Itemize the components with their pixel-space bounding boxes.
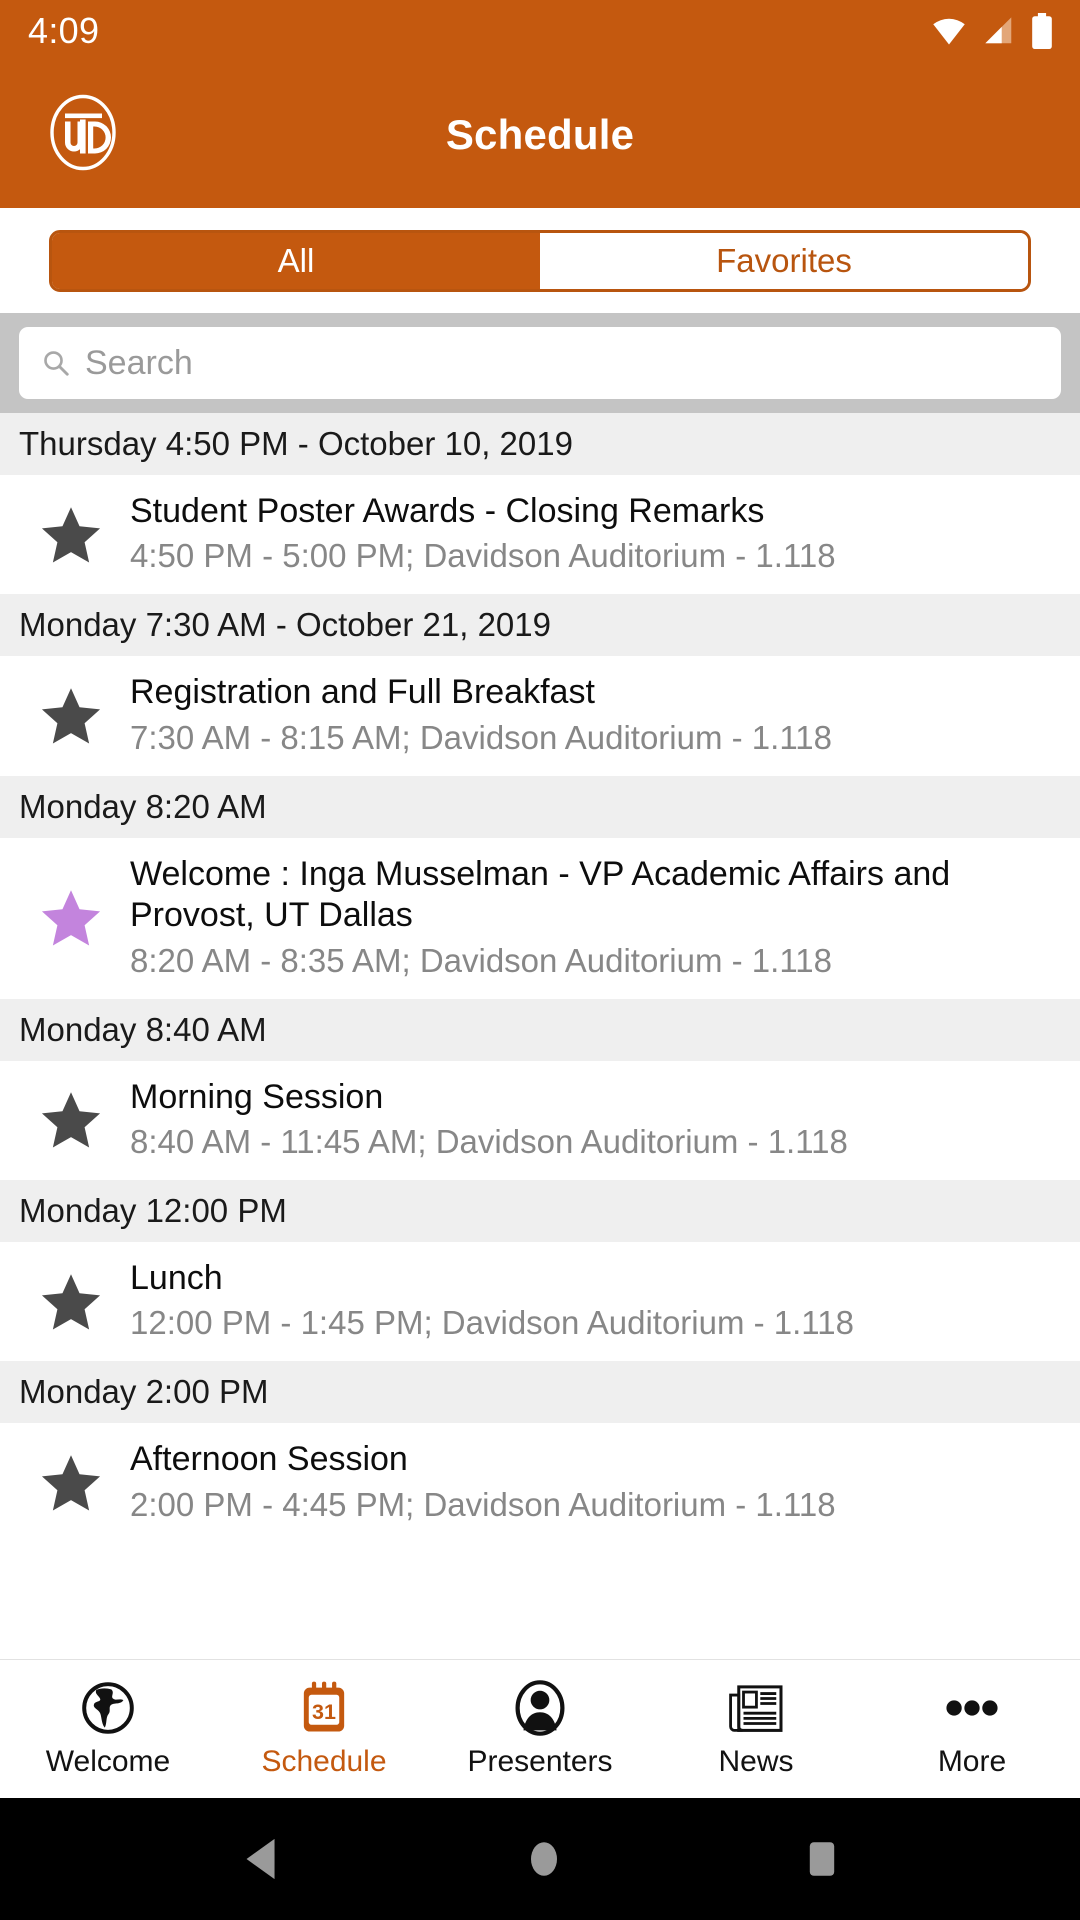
utd-logo xyxy=(49,94,117,177)
event-text: Afternoon Session 2:00 PM - 4:45 PM; Davi… xyxy=(130,1439,1060,1526)
event-title: Morning Session xyxy=(130,1077,384,1116)
page-title: Schedule xyxy=(445,111,635,158)
nav-label-news: News xyxy=(718,1744,794,1778)
search-icon xyxy=(44,351,69,376)
nav-label-schedule: Schedule xyxy=(261,1744,387,1778)
android-system-nav xyxy=(0,1798,1080,1920)
event-details: 12:00 PM - 1:45 PM; Davidson Auditorium … xyxy=(130,1304,854,1342)
filter-tabs-container: All Favorites xyxy=(0,208,1080,313)
star-icon[interactable] xyxy=(19,685,122,747)
event-details: 4:50 PM - 5:00 PM; Davidson Auditorium -… xyxy=(130,537,836,575)
globe-icon xyxy=(80,1680,136,1736)
event-title: Registration and Full Breakfast xyxy=(130,673,595,712)
tab-all[interactable]: All xyxy=(52,232,540,289)
section-header: Monday 12:00 PM xyxy=(0,1179,1080,1242)
event-row[interactable]: Welcome : Inga Musselman - VP Academic A… xyxy=(0,837,1080,999)
nav-label-more: More xyxy=(937,1744,1007,1778)
nav-item-welcome[interactable]: Welcome xyxy=(0,1680,216,1779)
section-header: Monday 8:20 AM xyxy=(0,775,1080,838)
nav-item-presenters[interactable]: Presenters xyxy=(432,1679,648,1779)
event-row[interactable]: Afternoon Session 2:00 PM - 4:45 PM; Davi… xyxy=(0,1423,1080,1543)
section-header: Thursday 4:50 PM - October 10, 2019 xyxy=(0,413,1080,475)
recents-icon[interactable] xyxy=(805,1836,839,1882)
event-details: 8:20 AM - 8:35 AM; Davidson Auditorium -… xyxy=(130,941,832,979)
calendar-icon: 31 xyxy=(297,1680,351,1736)
star-icon[interactable] xyxy=(19,504,122,566)
star-icon[interactable] xyxy=(19,1271,122,1333)
star-icon[interactable] xyxy=(19,1089,122,1151)
event-details: 7:30 AM - 8:15 AM; Davidson Auditorium -… xyxy=(130,718,832,756)
svg-text:31: 31 xyxy=(312,1699,336,1723)
schedule-list[interactable]: Thursday 4:50 PM - October 10, 2019 Stude… xyxy=(0,413,1080,1659)
event-text: Welcome : Inga Musselman - VP Academic A… xyxy=(130,854,1060,983)
status-icon-group xyxy=(930,13,1054,49)
newspaper-icon xyxy=(728,1680,784,1736)
person-icon xyxy=(512,1679,568,1736)
battery-icon xyxy=(1032,13,1052,49)
cellular-signal-icon xyxy=(985,17,1012,44)
event-details: 8:40 AM - 11:45 AM; Davidson Auditorium … xyxy=(130,1123,848,1161)
event-row[interactable]: Registration and Full Breakfast 7:30 AM -… xyxy=(0,656,1080,776)
nav-label-welcome: Welcome xyxy=(45,1744,171,1778)
event-text: Morning Session 8:40 AM - 11:45 AM; David… xyxy=(130,1077,1060,1164)
tab-favorites[interactable]: Favorites xyxy=(540,232,1028,289)
bottom-navigation: Welcome 31 Schedule Presenters News More xyxy=(0,1659,1080,1798)
event-text: Registration and Full Breakfast 7:30 AM -… xyxy=(130,672,1060,759)
home-icon[interactable] xyxy=(526,1836,562,1882)
nav-item-schedule[interactable]: 31 Schedule xyxy=(216,1680,432,1779)
event-row[interactable]: Lunch 12:00 PM - 1:45 PM; Davidson Audito… xyxy=(0,1241,1080,1362)
nav-item-news[interactable]: News xyxy=(648,1680,864,1779)
app-bar: Schedule xyxy=(0,62,1080,208)
back-icon[interactable] xyxy=(241,1836,283,1882)
event-title: Student Poster Awards - Closing Remarks xyxy=(130,492,765,530)
ellipsis-icon xyxy=(944,1680,1000,1736)
section-header: Monday 2:00 PM xyxy=(0,1361,1080,1424)
event-details: 2:00 PM - 4:45 PM; Davidson Auditorium -… xyxy=(130,1485,836,1523)
section-header: Monday 8:40 AM xyxy=(0,998,1080,1061)
event-row[interactable]: Student Poster Awards - Closing Remarks 4… xyxy=(0,475,1080,595)
wifi-icon xyxy=(933,18,965,45)
event-text: Student Poster Awards - Closing Remarks 4… xyxy=(130,491,1060,578)
nav-label-presenters: Presenters xyxy=(467,1744,613,1778)
app-screen: 4:09 Schedule All Favorites Search Thurs… xyxy=(0,0,1080,1920)
star-icon-favorited[interactable] xyxy=(19,887,122,949)
event-row[interactable]: Morning Session 8:40 AM - 11:45 AM; David… xyxy=(0,1060,1080,1180)
star-icon[interactable] xyxy=(19,1452,122,1514)
event-title: Afternoon Session xyxy=(130,1440,408,1479)
search-input[interactable]: Search xyxy=(19,327,1061,399)
search-bar-container: Search xyxy=(0,313,1080,413)
status-time: 4:09 xyxy=(28,10,100,51)
status-bar: 4:09 xyxy=(0,0,1080,62)
event-title: Lunch xyxy=(130,1258,223,1297)
segmented-control: All Favorites xyxy=(49,229,1031,292)
event-title: Welcome : Inga Musselman - VP Academic A… xyxy=(130,854,951,935)
nav-item-more[interactable]: More xyxy=(864,1680,1080,1779)
search-placeholder: Search xyxy=(85,343,193,382)
event-text: Lunch 12:00 PM - 1:45 PM; Davidson Audito… xyxy=(130,1258,1060,1345)
section-header: Monday 7:30 AM - October 21, 2019 xyxy=(0,594,1080,657)
